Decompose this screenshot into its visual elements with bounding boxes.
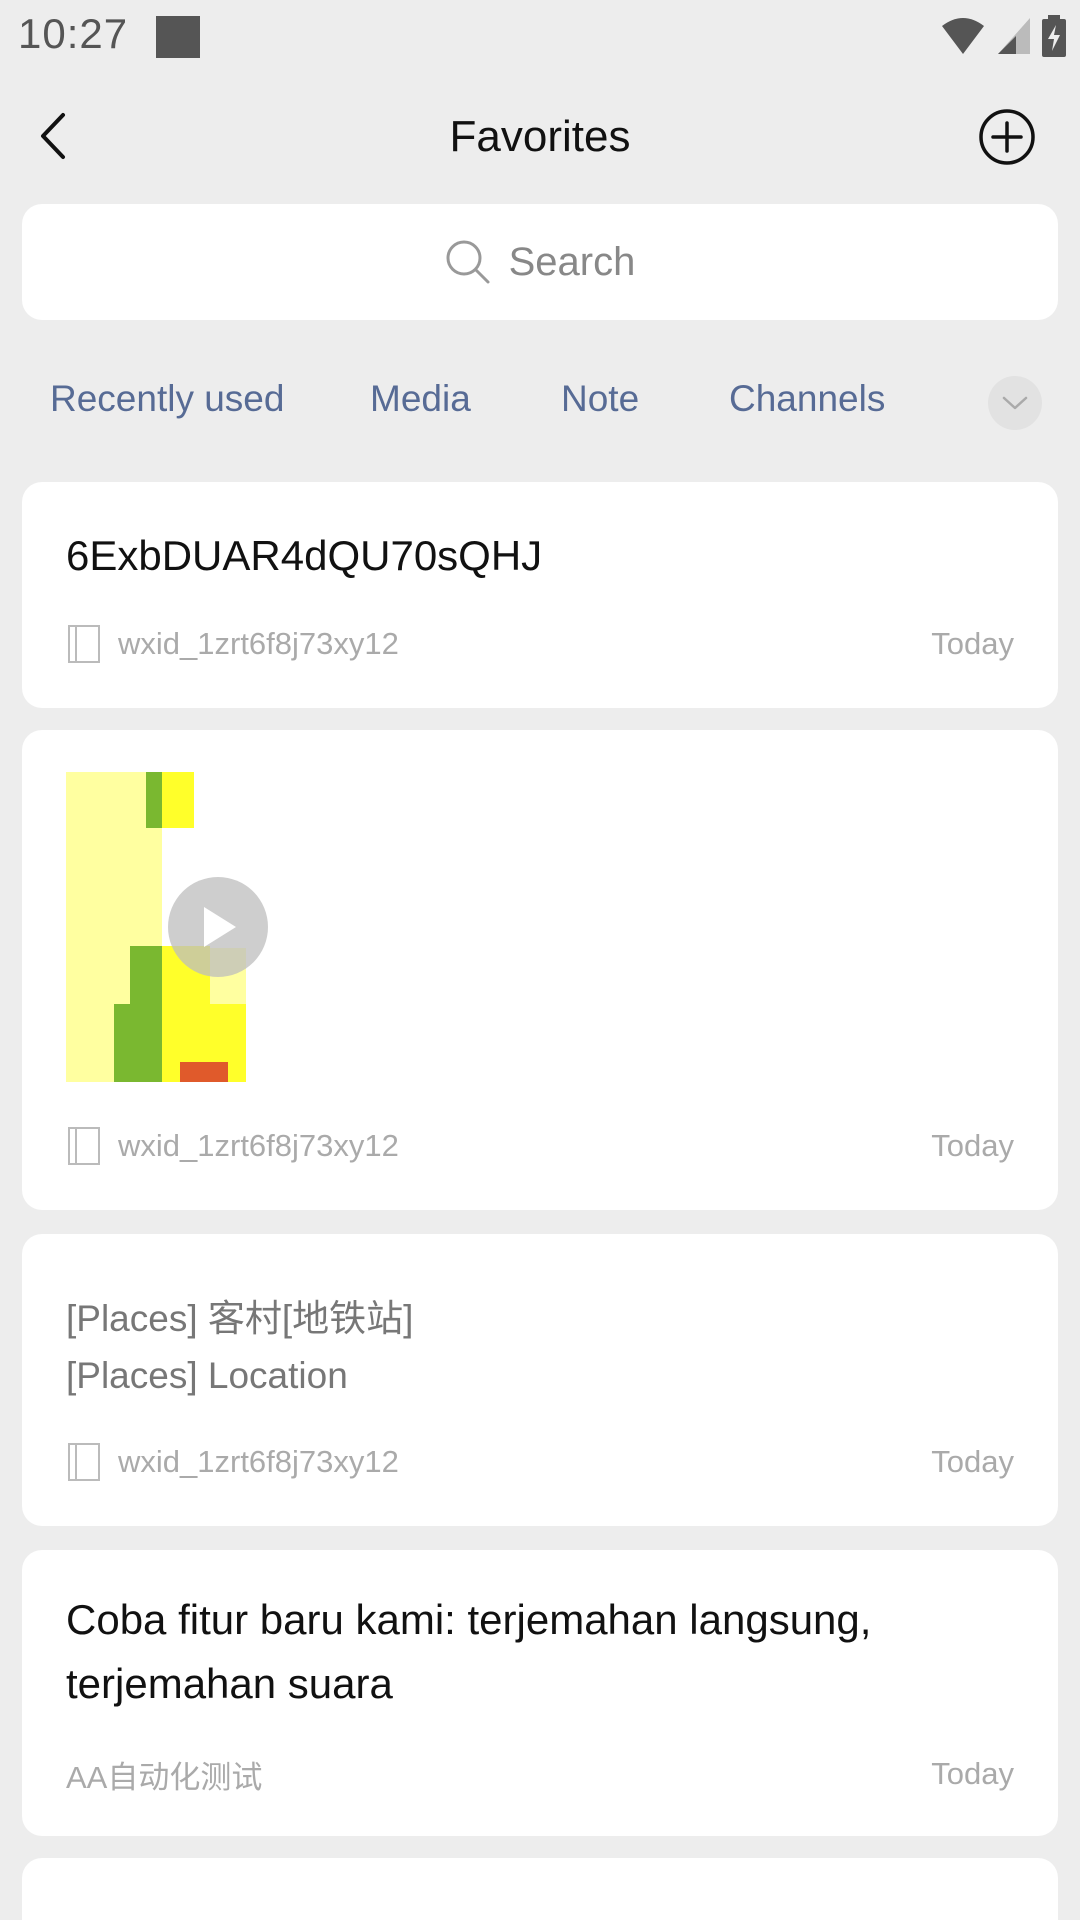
favorite-item[interactable]: Coba fitur baru kami: terjemahan langsun…	[22, 1550, 1058, 1836]
category-tabs: Recently used Media Note Channels	[0, 368, 1080, 440]
item-date: Today	[931, 1444, 1014, 1479]
add-circle-icon	[979, 109, 1035, 165]
cell-signal-icon	[998, 18, 1030, 54]
item-location-line: [Places] 客村[地铁站]	[66, 1298, 414, 1339]
item-title: 6ExbDUAR4dQU70sQHJ	[66, 532, 543, 579]
battery-charging-icon	[1042, 15, 1066, 57]
tab-channels[interactable]: Channels	[729, 378, 885, 420]
item-date: Today	[931, 1128, 1014, 1163]
tab-recently-used[interactable]: Recently used	[50, 378, 284, 420]
book-icon	[68, 1443, 100, 1481]
item-date: Today	[931, 626, 1014, 661]
item-source: wxid_1zrt6f8j73xy12	[118, 1128, 399, 1163]
item-meta: AA自动化测试 Today	[66, 1752, 1014, 1796]
item-title-line: terjemahan suara	[66, 1660, 393, 1707]
chevron-down-icon	[1002, 396, 1028, 410]
favorite-item[interactable]: wxid_1zrt6f8j73xy12 Today	[22, 730, 1058, 1210]
page-title: Favorites	[449, 112, 631, 161]
book-icon	[68, 625, 100, 663]
tab-media[interactable]: Media	[370, 378, 471, 420]
notification-square-icon	[156, 16, 200, 58]
status-icons	[940, 14, 1066, 58]
search-icon	[446, 240, 490, 284]
play-icon	[204, 907, 236, 947]
tab-note[interactable]: Note	[561, 378, 639, 420]
item-source: AA自动化测试	[66, 1759, 263, 1795]
favorite-item[interactable]: [Places] 客村[地铁站] [Places] Location wxid_…	[22, 1234, 1058, 1526]
status-time: 10:27	[18, 10, 129, 57]
item-source: wxid_1zrt6f8j73xy12	[118, 1444, 399, 1479]
item-meta: wxid_1zrt6f8j73xy12 Today	[66, 1440, 1014, 1484]
favorite-item[interactable]: 6ExbDUAR4dQU70sQHJ wxid_1zrt6f8j73xy12 T…	[22, 482, 1058, 708]
play-button[interactable]	[168, 877, 268, 977]
favorites-screen: 10:27 Favorites Search Recently used Med…	[0, 0, 1080, 1920]
item-source: wxid_1zrt6f8j73xy12	[118, 626, 399, 661]
item-meta: wxid_1zrt6f8j73xy12 Today	[66, 1124, 1014, 1168]
book-icon	[68, 1127, 100, 1165]
add-button[interactable]	[978, 108, 1036, 166]
item-meta: wxid_1zrt6f8j73xy12 Today	[66, 622, 1014, 666]
status-bar: 10:27	[0, 0, 1080, 76]
more-tabs-button[interactable]	[988, 376, 1042, 430]
search-input[interactable]: Search	[22, 204, 1058, 320]
item-location-line: [Places] Location	[66, 1355, 348, 1396]
favorite-item[interactable]	[22, 1858, 1058, 1920]
wifi-icon	[942, 18, 984, 54]
item-date: Today	[931, 1756, 1014, 1791]
search-placeholder: Search	[508, 239, 636, 284]
title-bar: Favorites	[0, 76, 1080, 200]
item-title-line: Coba fitur baru kami: terjemahan langsun…	[66, 1596, 872, 1643]
